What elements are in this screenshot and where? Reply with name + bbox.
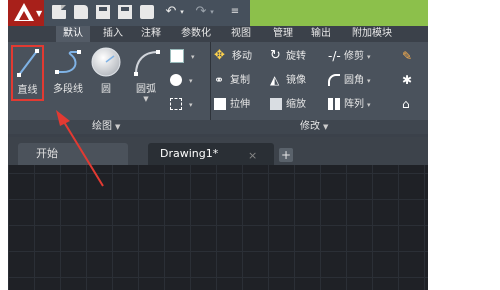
tab-parametric[interactable]: 参数化: [174, 26, 218, 42]
scale-icon: [270, 98, 282, 110]
undo-dropdown-icon[interactable]: ▾: [178, 5, 186, 19]
document-tabs: 开始 Drawing1* × +: [8, 137, 428, 165]
stretch-icon: [214, 98, 226, 110]
stretch-label: 拉伸: [230, 99, 250, 110]
redo-icon[interactable]: ↷: [194, 5, 208, 19]
ribbon: 直线 多段线 圆 圆弧 ▼ ▾ ▾ ▾ ✥ 移动 ⚭ 复制 拉伸 ↻ 旋转 ◭ …: [8, 42, 428, 130]
polyline-icon: [55, 50, 81, 74]
move-label: 移动: [232, 51, 252, 62]
arc-icon: [134, 50, 160, 76]
offset-icon: ⌂: [402, 97, 410, 111]
fillet-button[interactable]: 圆角 ▾: [328, 72, 371, 90]
rectangle-icon: [170, 49, 184, 63]
boundary-icon: [170, 98, 182, 110]
trim-button[interactable]: -/- 修剪 ▾: [328, 48, 371, 66]
tab-manage[interactable]: 管理: [268, 26, 298, 42]
chevron-down-icon: ▼: [143, 95, 149, 103]
circle-button[interactable]: 圆: [88, 46, 124, 102]
new-file-icon[interactable]: [52, 5, 66, 19]
array-label: 阵列: [344, 99, 364, 110]
modify-panel-title[interactable]: 修改 ▼: [300, 120, 328, 134]
hatch-button[interactable]: ▾: [170, 72, 193, 90]
open-folder-icon[interactable]: [74, 5, 88, 19]
redo-dropdown-icon[interactable]: ▾: [208, 5, 216, 19]
panel-title-bar: 绘图 ▼ 修改 ▼: [8, 120, 428, 134]
close-icon[interactable]: ×: [248, 149, 257, 162]
circle-label: 圆: [101, 84, 111, 95]
tab-addins[interactable]: 附加模块: [344, 26, 400, 42]
tab-view[interactable]: 视图: [226, 26, 256, 42]
copy-button[interactable]: ⚭ 复制: [214, 72, 250, 90]
title-bar: ▼ ↶ ▾ ↷ ▾ ≡: [8, 0, 428, 26]
boundary-button[interactable]: ▾: [170, 96, 193, 114]
rotate-button[interactable]: ↻ 旋转: [270, 48, 306, 66]
explode-button[interactable]: ✱: [402, 72, 418, 90]
save-icon[interactable]: [96, 5, 110, 19]
app-menu-button[interactable]: ▼: [8, 0, 44, 26]
array-button[interactable]: 阵列 ▾: [328, 96, 371, 114]
pencil-icon: ✎: [402, 49, 413, 63]
line-icon: [16, 49, 39, 77]
customize-toolbar-icon[interactable]: ≡: [228, 5, 242, 19]
stretch-button[interactable]: 拉伸: [214, 96, 250, 114]
scale-label: 缩放: [286, 99, 306, 110]
move-icon: ✥: [214, 48, 225, 63]
print-icon[interactable]: [140, 5, 154, 19]
tab-insert[interactable]: 插入: [98, 26, 128, 42]
rectangle-button[interactable]: ▾: [170, 48, 195, 66]
drawing-canvas[interactable]: [8, 165, 428, 290]
offset-button[interactable]: ⌂: [402, 96, 418, 114]
autocad-window: ▼ ↶ ▾ ↷ ▾ ≡ 默认 插入 注释 参数化 视图 管理 输出 附加模块 直…: [8, 0, 428, 290]
copy-label: 复制: [230, 75, 250, 86]
ribbon-tabs: 默认 插入 注释 参数化 视图 管理 输出 附加模块: [8, 26, 428, 42]
chevron-down-icon: ▼: [115, 123, 121, 131]
rotate-icon: ↻: [270, 48, 281, 63]
hatch-icon: [170, 74, 182, 86]
tab-output[interactable]: 输出: [306, 26, 336, 42]
trim-label: 修剪: [344, 51, 364, 62]
arc-button[interactable]: 圆弧 ▼: [128, 46, 164, 103]
polyline-button[interactable]: 多段线: [48, 46, 88, 102]
add-tab-button[interactable]: +: [279, 148, 293, 162]
line-label: 直线: [17, 85, 38, 96]
trim-icon: -/-: [328, 49, 341, 63]
tab-start[interactable]: 开始: [18, 143, 128, 165]
polyline-label: 多段线: [53, 84, 83, 95]
move-button[interactable]: ✥ 移动: [214, 48, 252, 66]
chevron-down-icon: ▼: [36, 9, 43, 18]
tab-annotate[interactable]: 注释: [136, 26, 166, 42]
undo-icon[interactable]: ↶: [164, 5, 178, 19]
copy-icon: ⚭: [214, 73, 225, 87]
scale-button[interactable]: 缩放: [270, 96, 306, 114]
mirror-icon: ◭: [270, 73, 280, 87]
draw-panel-title[interactable]: 绘图 ▼: [92, 120, 120, 134]
fillet-label: 圆角: [344, 75, 364, 86]
rotate-label: 旋转: [286, 51, 306, 62]
chevron-down-icon: ▼: [323, 123, 329, 131]
circle-icon: [91, 47, 121, 77]
save-as-icon[interactable]: [118, 5, 132, 19]
mirror-button[interactable]: ◭ 镜像: [270, 72, 306, 90]
erase-button[interactable]: ✎: [402, 48, 418, 66]
tab-default[interactable]: 默认: [56, 26, 90, 42]
quick-access-highlight: [250, 0, 428, 26]
fillet-icon: [328, 74, 340, 86]
line-button[interactable]: 直线: [11, 45, 44, 101]
array-icon: [328, 98, 340, 110]
mirror-label: 镜像: [286, 75, 306, 86]
explode-icon: ✱: [402, 73, 413, 87]
arc-label: 圆弧: [136, 84, 156, 95]
